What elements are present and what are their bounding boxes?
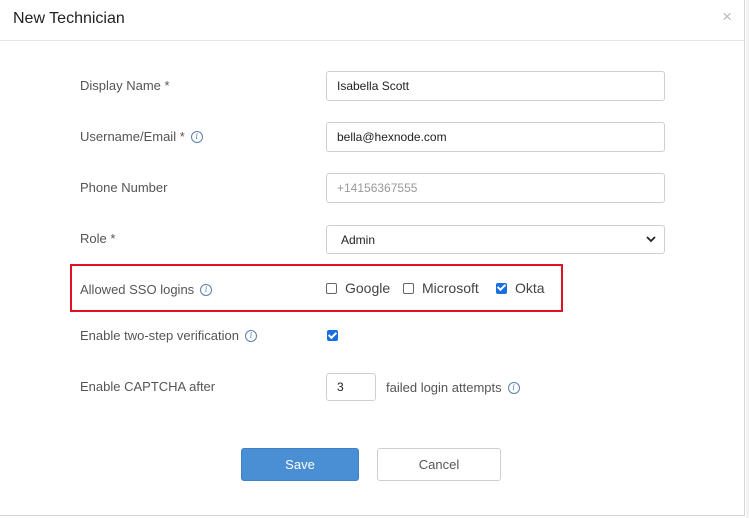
phone-label-text: Phone Number: [80, 180, 168, 195]
username-label: Username/Email * i: [80, 129, 203, 144]
okta-checkbox[interactable]: [496, 282, 507, 294]
display-name-label: Display Name *: [80, 78, 170, 93]
sso-label: Allowed SSO logins i: [80, 282, 213, 297]
captcha-suffix: failed login attempts i: [386, 380, 520, 395]
sso-label-text: Allowed SSO logins: [80, 282, 195, 297]
display-name-input[interactable]: [326, 71, 665, 101]
chevron-down-icon: [646, 236, 656, 243]
two-step-label-text: Enable two-step verification: [80, 328, 239, 343]
phone-input[interactable]: [326, 173, 665, 203]
phone-label: Phone Number: [80, 180, 167, 195]
captcha-attempts-input[interactable]: [326, 373, 376, 401]
username-input[interactable]: [326, 122, 665, 152]
close-icon[interactable]: ×: [722, 8, 732, 25]
display-name-label-text: Display Name *: [80, 78, 170, 93]
cancel-button[interactable]: Cancel: [377, 448, 501, 481]
sso-option-okta[interactable]: Okta: [496, 280, 545, 296]
okta-label: Okta: [515, 280, 545, 296]
role-select[interactable]: Admin: [326, 225, 665, 254]
sso-option-microsoft[interactable]: Microsoft: [403, 280, 479, 296]
sso-option-google[interactable]: Google: [326, 280, 390, 296]
two-step-checkbox[interactable]: [327, 330, 338, 341]
captcha-suffix-text: failed login attempts: [386, 380, 502, 395]
info-icon[interactable]: i: [244, 329, 257, 342]
captcha-label-text: Enable CAPTCHA after: [80, 379, 216, 394]
dialog-title: New Technician: [13, 10, 125, 27]
role-label: Role *: [80, 231, 115, 246]
role-label-text: Role *: [80, 231, 116, 246]
info-icon[interactable]: i: [200, 283, 213, 296]
info-icon[interactable]: i: [190, 130, 203, 143]
info-icon[interactable]: i: [507, 381, 520, 394]
microsoft-label: Microsoft: [422, 280, 479, 296]
captcha-label: Enable CAPTCHA after: [80, 379, 215, 394]
save-button[interactable]: Save: [241, 448, 359, 481]
two-step-label: Enable two-step verification i: [80, 328, 257, 343]
google-label: Google: [345, 280, 391, 296]
dialog-header: New Technician ×: [0, 0, 744, 41]
new-technician-dialog: New Technician × Display Name * Username…: [0, 0, 745, 516]
role-select-value: Admin: [341, 232, 376, 247]
username-label-text: Username/Email *: [80, 129, 185, 144]
microsoft-checkbox[interactable]: [403, 282, 414, 294]
google-checkbox[interactable]: [326, 282, 337, 294]
